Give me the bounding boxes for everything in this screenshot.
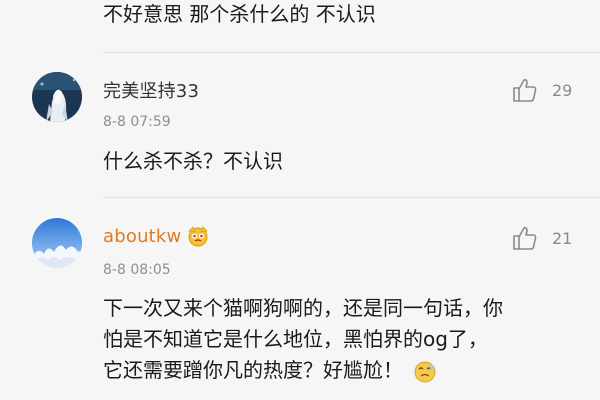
thumbs-up-icon <box>513 227 537 250</box>
comment-list: 不好意思 那个杀什么的 不认识 完美坚持33 8-8 07:59 什么杀不杀？不… <box>0 0 600 400</box>
emoji-badge-icon <box>188 226 209 247</box>
like-count: 29 <box>552 80 573 100</box>
like-count: 21 <box>552 228 573 248</box>
avatar[interactable] <box>32 72 82 122</box>
username[interactable]: 完美坚持33 <box>103 77 199 103</box>
divider <box>103 52 600 53</box>
comment-text-line-last: 它还需要蹭你凡的热度？好尴尬！ <box>103 355 437 386</box>
comment-text-line: 怕是不知道它是什么地位，黑怕界的og了， <box>103 327 488 351</box>
username-text: aboutkw <box>103 225 182 247</box>
timestamp: 8-8 07:59 <box>103 114 171 130</box>
embarrassed-emoji-icon <box>414 361 436 382</box>
like-button[interactable]: 29 <box>512 77 572 103</box>
divider <box>103 197 600 198</box>
timestamp: 8-8 08:05 <box>103 262 171 278</box>
comment-text: 不好意思 那个杀什么的 不认识 <box>103 2 376 26</box>
comment-text: 它还需要蹭你凡的热度？好尴尬！ <box>103 358 403 382</box>
username[interactable]: aboutkw <box>103 225 209 247</box>
avatar[interactable] <box>32 218 82 268</box>
thumbs-up-icon <box>513 79 537 102</box>
like-button[interactable]: 21 <box>512 225 572 251</box>
comment-text-line: 下一次又来个猫啊狗啊的，还是同一句话，你 <box>103 296 503 320</box>
comment-text: 什么杀不杀？不认识 <box>103 149 283 173</box>
